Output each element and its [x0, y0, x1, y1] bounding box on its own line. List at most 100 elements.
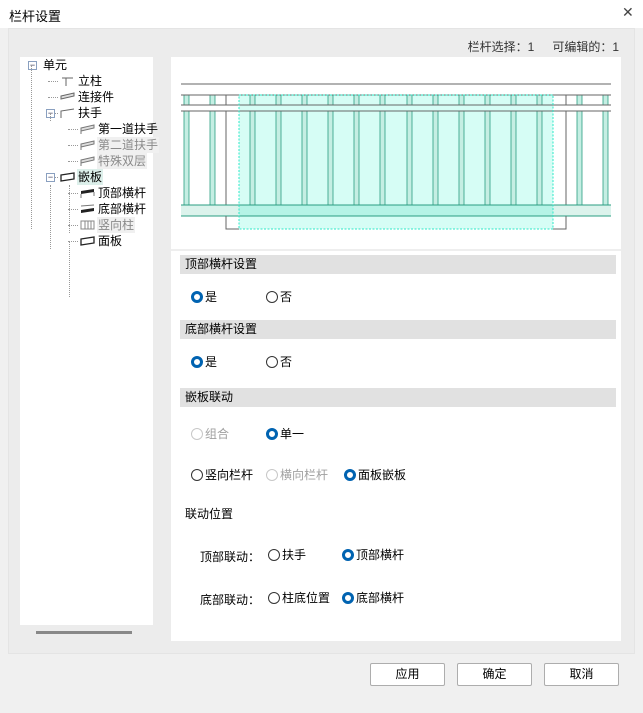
tree-item-label: 扶手 — [78, 106, 103, 120]
collapse-icon[interactable]: − — [46, 173, 55, 182]
baluster — [249, 110, 256, 206]
tree-item[interactable]: 第二道扶手 — [20, 137, 160, 153]
tree-connector — [48, 97, 58, 98]
tree-item[interactable]: 竖向柱 — [20, 217, 153, 233]
baluster — [183, 110, 190, 206]
section-bottom-rail: 底部横杆设置 — [180, 320, 616, 339]
tree-item[interactable]: 第一道扶手 — [20, 121, 158, 137]
baluster — [406, 110, 413, 206]
baluster — [536, 110, 543, 206]
apply-button[interactable]: 应用 — [370, 663, 445, 686]
baluster-top — [406, 94, 413, 106]
bottom-rail-icon — [80, 201, 95, 217]
rail-icon — [80, 121, 95, 137]
selected-count: 栏杆选择：1 — [467, 40, 535, 54]
cancel-button[interactable]: 取消 — [544, 663, 619, 686]
tree-guide — [69, 241, 70, 297]
baluster-top — [249, 94, 256, 106]
tree-connector — [68, 129, 78, 130]
baluster — [432, 110, 439, 206]
tree-item[interactable]: 立柱 — [20, 73, 153, 89]
single-radio[interactable]: 单一 — [266, 426, 304, 442]
baluster — [327, 110, 334, 206]
tree-item[interactable]: 面板 — [20, 233, 153, 249]
tree-item[interactable]: 顶部横杆 — [20, 185, 153, 201]
ok-button[interactable]: 确定 — [457, 663, 532, 686]
link-position-label: 联动位置 — [185, 507, 234, 521]
baluster-top — [536, 94, 543, 106]
panel-icon — [80, 233, 95, 249]
tree-guide — [50, 113, 51, 121]
top-rail-icon — [80, 185, 95, 201]
handrail-icon — [60, 105, 75, 121]
baluster-top — [602, 94, 609, 106]
post-icon — [60, 73, 75, 89]
baluster — [353, 110, 360, 206]
bottom-link-label: 底部联动： — [200, 593, 261, 607]
tree-item-label: 面板 — [98, 234, 123, 248]
tree-connector — [68, 161, 78, 162]
component-tree: − 单元 立柱 连接件 − 扶手 第一道扶手 第二道扶手 特殊双层 − 嵌板 顶部横杆 底部横杆 竖向柱面… — [20, 57, 160, 625]
horizontal-rail-radio: 横向栏杆 — [266, 467, 328, 483]
railing-preview — [181, 83, 611, 230]
top-link-top-rail-radio[interactable]: 顶部横杆 — [342, 547, 404, 563]
top-link-handrail-radio[interactable]: 扶手 — [268, 547, 306, 563]
tree-item[interactable]: − 扶手 — [20, 105, 153, 121]
baluster — [379, 110, 386, 206]
bottom-link-post-base-radio[interactable]: 柱底位置 — [268, 590, 330, 606]
baluster-top — [432, 94, 439, 106]
collapse-icon[interactable]: − — [28, 61, 37, 70]
tree-item[interactable]: 底部横杆 — [20, 201, 153, 217]
baluster-top — [353, 94, 360, 106]
top-rail-yes-radio[interactable]: 是 — [191, 289, 217, 305]
status-bar: 栏杆选择：1 可编辑的：1 — [450, 38, 619, 55]
tree-item-label: 第一道扶手 — [98, 122, 159, 136]
tree-connector — [68, 145, 78, 146]
tree-connector — [48, 81, 58, 82]
editable-count: 可编辑的：1 — [552, 40, 619, 54]
rail-icon — [80, 153, 95, 169]
tree-item-label: 顶部横杆 — [98, 186, 147, 200]
tree-item[interactable]: 连接件 — [20, 89, 153, 105]
tree-item-label: 特殊双层 — [97, 153, 148, 169]
tree-guide — [69, 185, 70, 233]
bottom-rail-yes-radio[interactable]: 是 — [191, 354, 217, 370]
baluster — [301, 110, 308, 206]
rail-icon — [80, 137, 95, 153]
tree-scrollbar[interactable] — [36, 631, 132, 634]
baluster — [209, 110, 216, 206]
baluster-top — [379, 94, 386, 106]
title-bar — [0, 0, 643, 28]
top-rail-no-radio[interactable]: 否 — [266, 289, 292, 305]
panel-icon — [60, 169, 75, 185]
section-panel-link: 嵌板联动 — [180, 388, 616, 407]
combo-radio: 组合 — [191, 426, 229, 442]
baluster-top — [458, 94, 465, 106]
tree-item[interactable]: − 嵌板 — [20, 169, 153, 185]
tree-item[interactable]: − 单元 — [20, 57, 153, 73]
section-top-rail: 顶部横杆设置 — [180, 255, 616, 274]
tree-item-label: 底部横杆 — [98, 202, 147, 216]
baluster-top — [327, 94, 334, 106]
bottom-rail-selected — [239, 205, 553, 216]
baluster-top — [484, 94, 491, 106]
divider — [171, 249, 621, 251]
baluster-top — [510, 94, 517, 106]
tree-item-label: 连接件 — [78, 90, 115, 104]
baluster-top — [183, 94, 190, 106]
panel-infill-radio[interactable]: 面板嵌板 — [344, 467, 406, 483]
tree-item-label: 立柱 — [78, 74, 103, 88]
bottom-rail-no-radio[interactable]: 否 — [266, 354, 292, 370]
tree-item[interactable]: 特殊双层 — [20, 153, 153, 169]
baluster — [458, 110, 465, 206]
baluster-icon — [80, 217, 95, 233]
baluster-top — [275, 94, 282, 106]
vertical-baluster-radio[interactable]: 竖向栏杆 — [191, 467, 253, 483]
tree-item-label: 竖向柱 — [97, 217, 136, 233]
tree-item-label: 单元 — [43, 58, 68, 72]
close-icon[interactable]: ✕ — [622, 4, 634, 21]
baluster — [576, 110, 583, 206]
tree-guide — [50, 185, 51, 249]
baluster-top — [576, 94, 583, 106]
bottom-link-bottom-rail-radio[interactable]: 底部横杆 — [342, 590, 404, 606]
